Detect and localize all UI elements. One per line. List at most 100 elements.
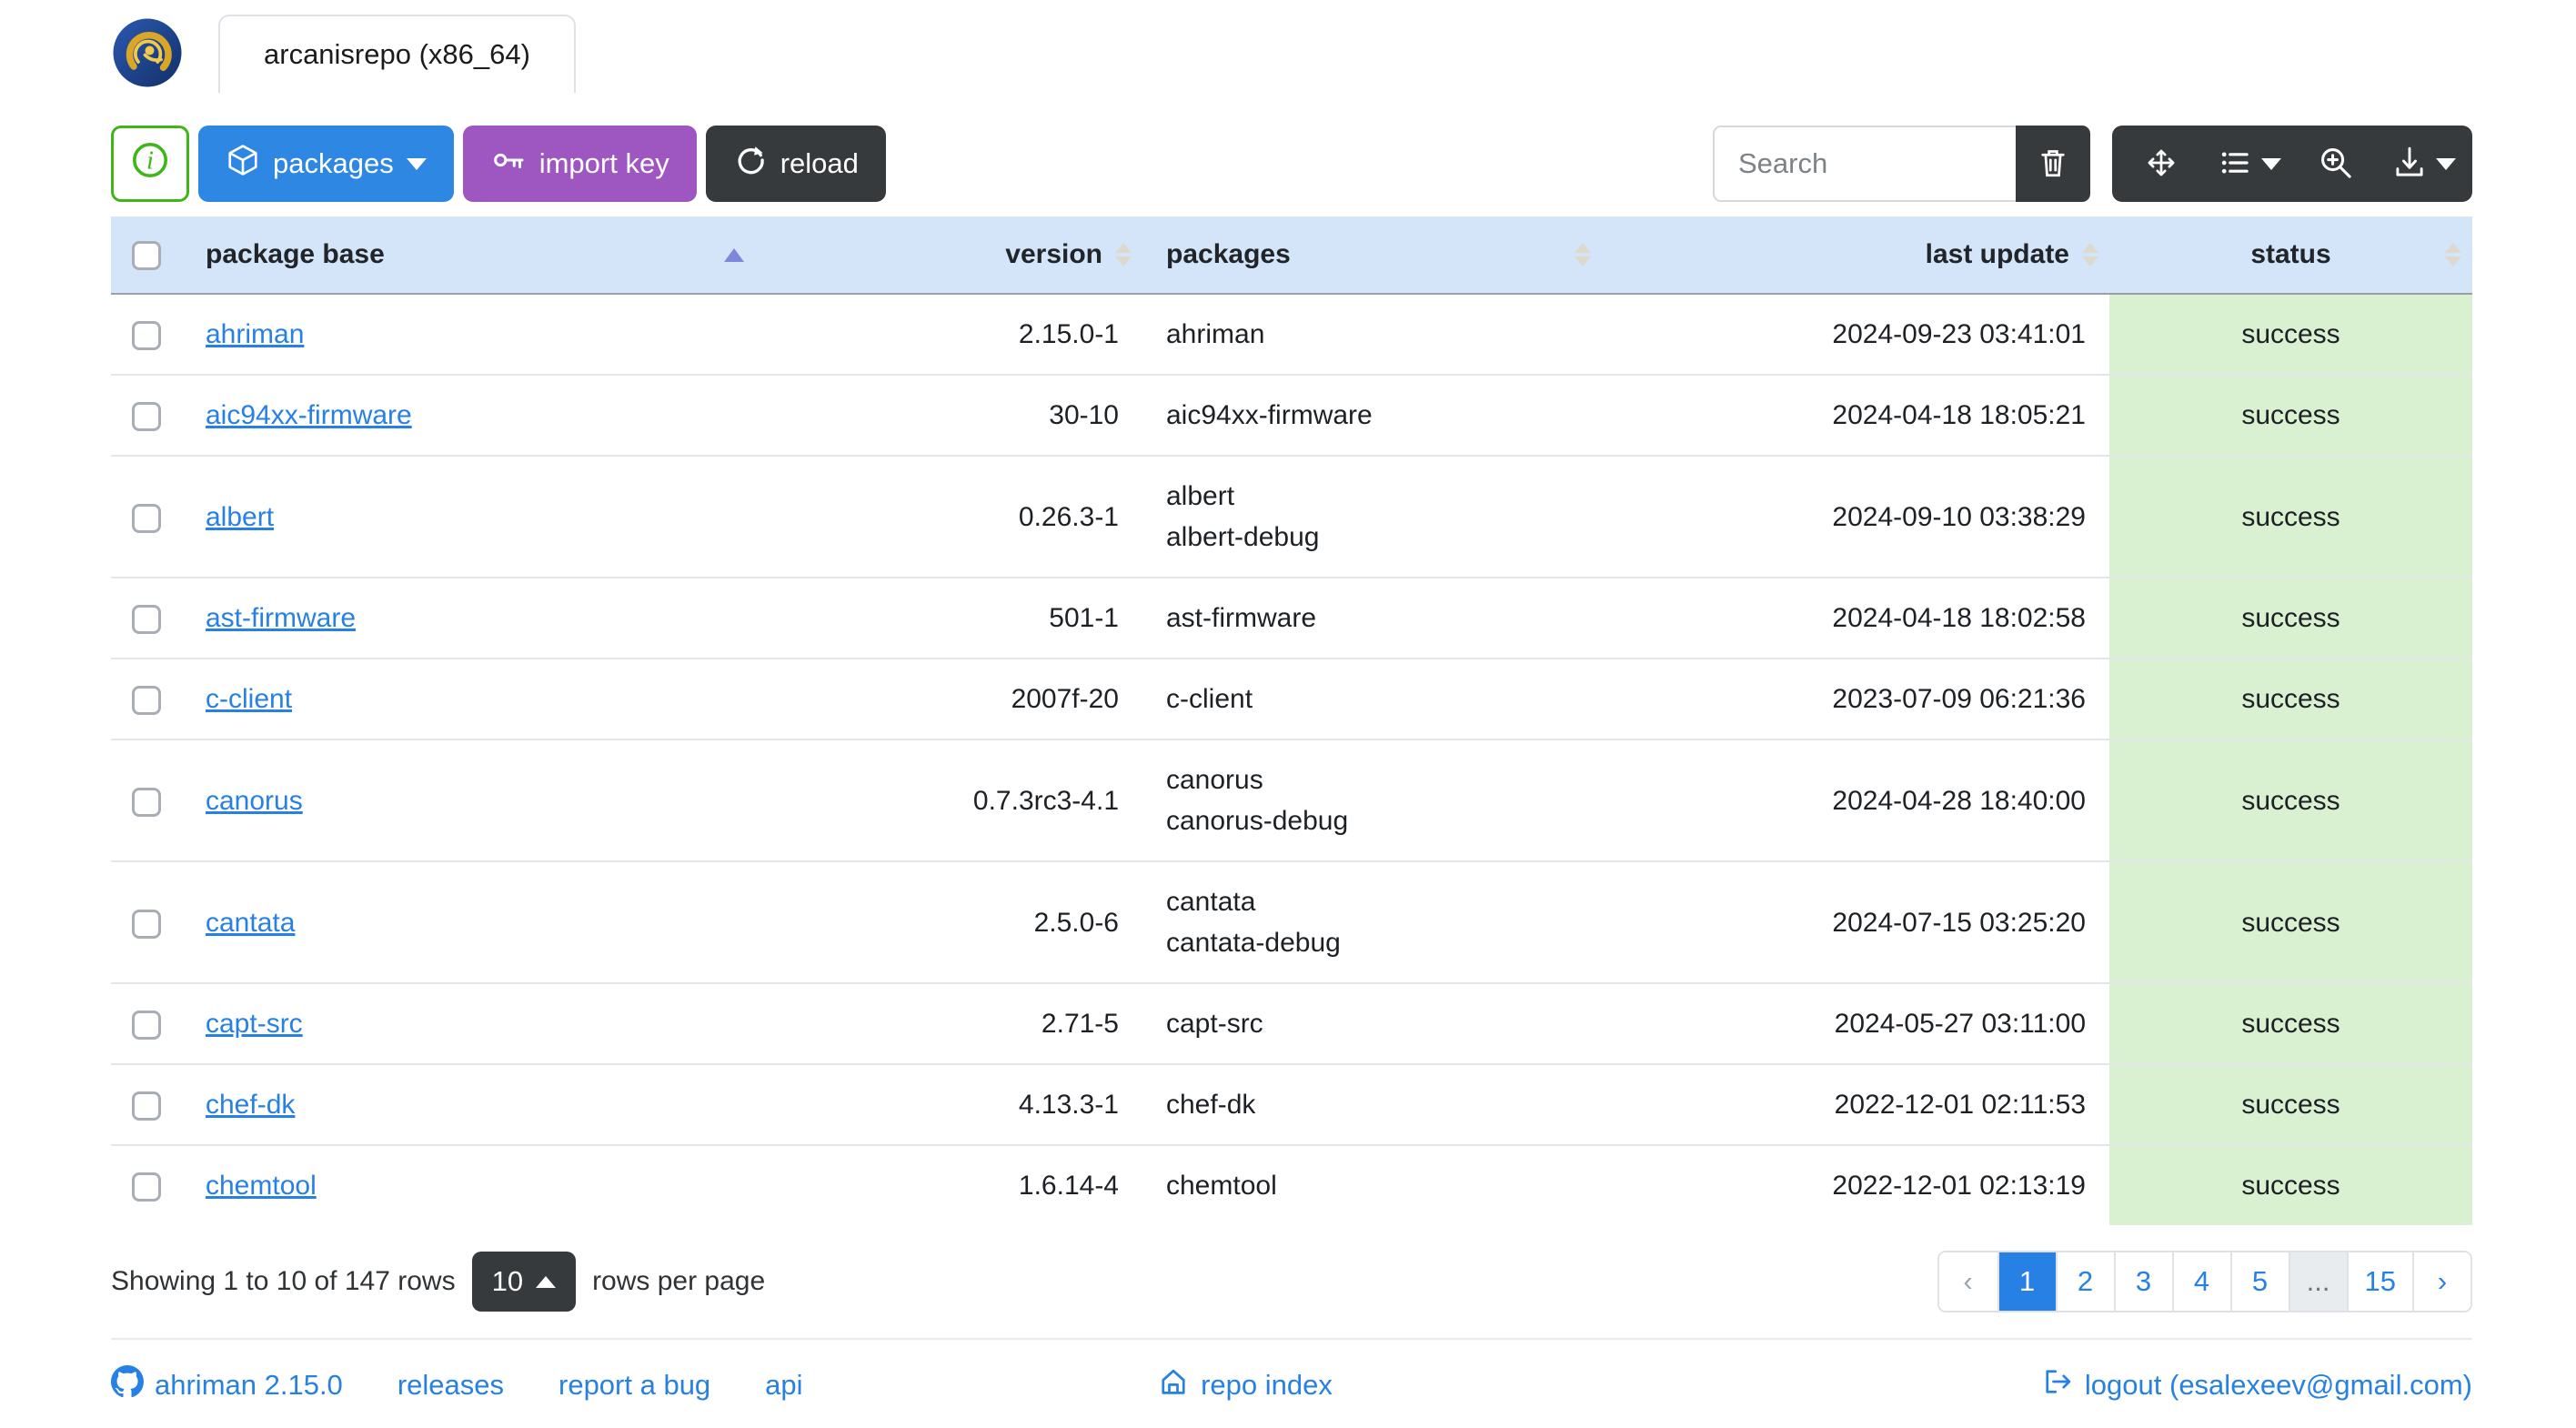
table-row: chemtool 1.6.14-4 chemtool 2022-12-01 02:13… <box>111 1144 2472 1225</box>
package-base-link[interactable]: ahriman <box>206 319 304 349</box>
fullscreen-button[interactable] <box>2118 126 2205 202</box>
page-item-2[interactable]: 2 <box>2055 1252 2114 1311</box>
package-base-link[interactable]: cantata <box>206 908 295 938</box>
column-header-version[interactable]: version <box>755 216 1142 295</box>
row-checkbox[interactable] <box>132 787 161 817</box>
zoom-button[interactable] <box>2292 126 2380 202</box>
releases-link[interactable]: releases <box>397 1369 504 1402</box>
sort-both-icon <box>2445 243 2461 266</box>
info-button[interactable]: i <box>111 126 189 202</box>
version-cell: 0.26.3-1 <box>755 455 1142 578</box>
last-update-cell: 2024-09-23 03:41:01 <box>1832 319 2086 349</box>
page-item-3[interactable]: 3 <box>2113 1252 2172 1311</box>
last-update-cell: 2024-07-15 03:25:20 <box>1602 860 2109 983</box>
last-update-cell: 2022-12-01 02:11:53 <box>1602 1063 2109 1145</box>
table-row: capt-src 2.71-5 capt-src 2024-05-27 03:11:0… <box>111 982 2472 1064</box>
package-base-link[interactable]: canorus <box>206 786 303 816</box>
row-checkbox[interactable] <box>132 1011 161 1041</box>
column-label: package base <box>206 239 385 269</box>
status-cell: success <box>2109 374 2472 456</box>
table-row: cantata 2.5.0-6 cantata cantata-debug 2024-0… <box>111 860 2472 983</box>
page-size-button[interactable]: 10 <box>471 1252 577 1312</box>
search-group <box>1713 126 2090 202</box>
ahriman-version-label: ahriman 2.15.0 <box>155 1369 343 1401</box>
download-icon <box>2390 144 2429 185</box>
row-checkbox[interactable] <box>132 686 161 716</box>
page-item-15[interactable]: 15 <box>2346 1252 2412 1311</box>
logout-link[interactable]: logout (esalexeev@gmail.com) <box>2041 1365 2472 1405</box>
package-base-link[interactable]: ast-firmware <box>206 603 356 633</box>
column-header-packages[interactable]: packages <box>1142 216 1602 295</box>
column-header-package-base[interactable]: package base <box>182 216 755 295</box>
row-checkbox[interactable] <box>132 1172 161 1202</box>
status-cell: success <box>2109 860 2472 983</box>
repo-index-link[interactable]: repo index <box>1157 1365 1333 1405</box>
packages-cell: chef-dk <box>1142 1063 1602 1145</box>
row-checkbox[interactable] <box>132 402 161 432</box>
table-row: albert 0.26.3-1 albert albert-debug 2024-09-… <box>111 455 2472 578</box>
page-item-[interactable]: › <box>2412 1252 2470 1311</box>
page-item-5[interactable]: 5 <box>2229 1252 2289 1311</box>
page-item-4[interactable]: 4 <box>2171 1252 2230 1311</box>
toolbar: i packages import key reload Search <box>111 126 2472 202</box>
packages-table: package base version packages last updat… <box>111 216 2472 1225</box>
page-item-: ‹ <box>1938 1252 1997 1311</box>
status-cell: success <box>2109 658 2472 739</box>
select-all-checkbox[interactable] <box>132 241 161 271</box>
arrows-move-icon <box>2141 143 2181 186</box>
reload-button-label: reload <box>780 147 859 179</box>
columns-dropdown-button[interactable] <box>2205 126 2292 202</box>
row-checkbox[interactable] <box>132 1091 161 1121</box>
repository-tab[interactable]: arcanisrepo (x86_64) <box>218 15 576 93</box>
package-base-link[interactable]: c-client <box>206 684 292 714</box>
footer: ahriman 2.15.0 releases report a bug api… <box>111 1340 2472 1428</box>
export-dropdown-button[interactable] <box>2380 126 2467 202</box>
sort-both-icon <box>1115 243 1132 266</box>
import-key-button-label: import key <box>538 147 669 179</box>
row-checkbox[interactable] <box>132 503 161 533</box>
import-key-button[interactable]: import key <box>462 126 697 202</box>
package-base-link[interactable]: chef-dk <box>206 1090 295 1120</box>
clear-search-button[interactable] <box>2016 126 2090 202</box>
column-header-last-update[interactable]: last update <box>1602 216 2109 295</box>
package-base-link[interactable]: albert <box>206 502 274 532</box>
info-icon: i <box>130 140 170 187</box>
table-header-row: package base version packages last updat… <box>111 216 2472 295</box>
ahriman-logo-icon <box>111 16 184 89</box>
column-label: last update <box>1925 239 2069 269</box>
version-cell: 2.71-5 <box>755 982 1142 1064</box>
status-cell: success <box>2109 1144 2472 1225</box>
reload-icon <box>733 143 768 185</box>
row-checkbox[interactable] <box>132 605 161 635</box>
row-checkbox[interactable] <box>132 909 161 939</box>
version-cell: 501-1 <box>755 577 1142 659</box>
rows-per-page-label: rows per page <box>592 1266 766 1296</box>
packages-button-label: packages <box>273 147 394 179</box>
last-update-cell: 2024-09-10 03:38:29 <box>1602 455 2109 578</box>
status-cell: success <box>2109 455 2472 578</box>
report-bug-link[interactable]: report a bug <box>558 1369 710 1402</box>
reload-button[interactable]: reload <box>705 126 886 202</box>
last-update-cell: 2024-04-18 18:02:58 <box>1602 577 2109 659</box>
package-base-link[interactable]: chemtool <box>206 1171 317 1201</box>
column-header-status[interactable]: status <box>2109 216 2472 295</box>
search-input[interactable] <box>1713 126 2016 202</box>
packages-cell: ast-firmware <box>1142 577 1602 659</box>
svg-text:i: i <box>146 146 154 176</box>
package-base-link[interactable]: aic94xx-firmware <box>206 400 412 430</box>
table-row: aic94xx-firmware 30-10 aic94xx-firmware 202… <box>111 374 2472 456</box>
page-item-1[interactable]: 1 <box>1997 1252 2056 1311</box>
packages-dropdown-button[interactable]: packages <box>198 126 454 202</box>
packages-cell: ahriman <box>1166 319 1265 349</box>
api-link[interactable]: api <box>765 1369 802 1402</box>
package-base-link[interactable]: capt-src <box>206 1009 303 1039</box>
row-checkbox[interactable] <box>132 321 161 351</box>
packages-cell: albert albert-debug <box>1142 455 1602 578</box>
status-cell: success <box>2109 577 2472 659</box>
page-item-[interactable]: ... <box>2288 1252 2347 1311</box>
table-tools-group <box>2112 126 2472 202</box>
ahriman-version-link[interactable]: ahriman 2.15.0 <box>111 1365 343 1405</box>
packages-cell: chemtool <box>1142 1144 1602 1225</box>
caret-up-icon <box>536 1275 557 1288</box>
page: arcanisrepo (x86_64) i packages import k… <box>0 0 2576 1428</box>
